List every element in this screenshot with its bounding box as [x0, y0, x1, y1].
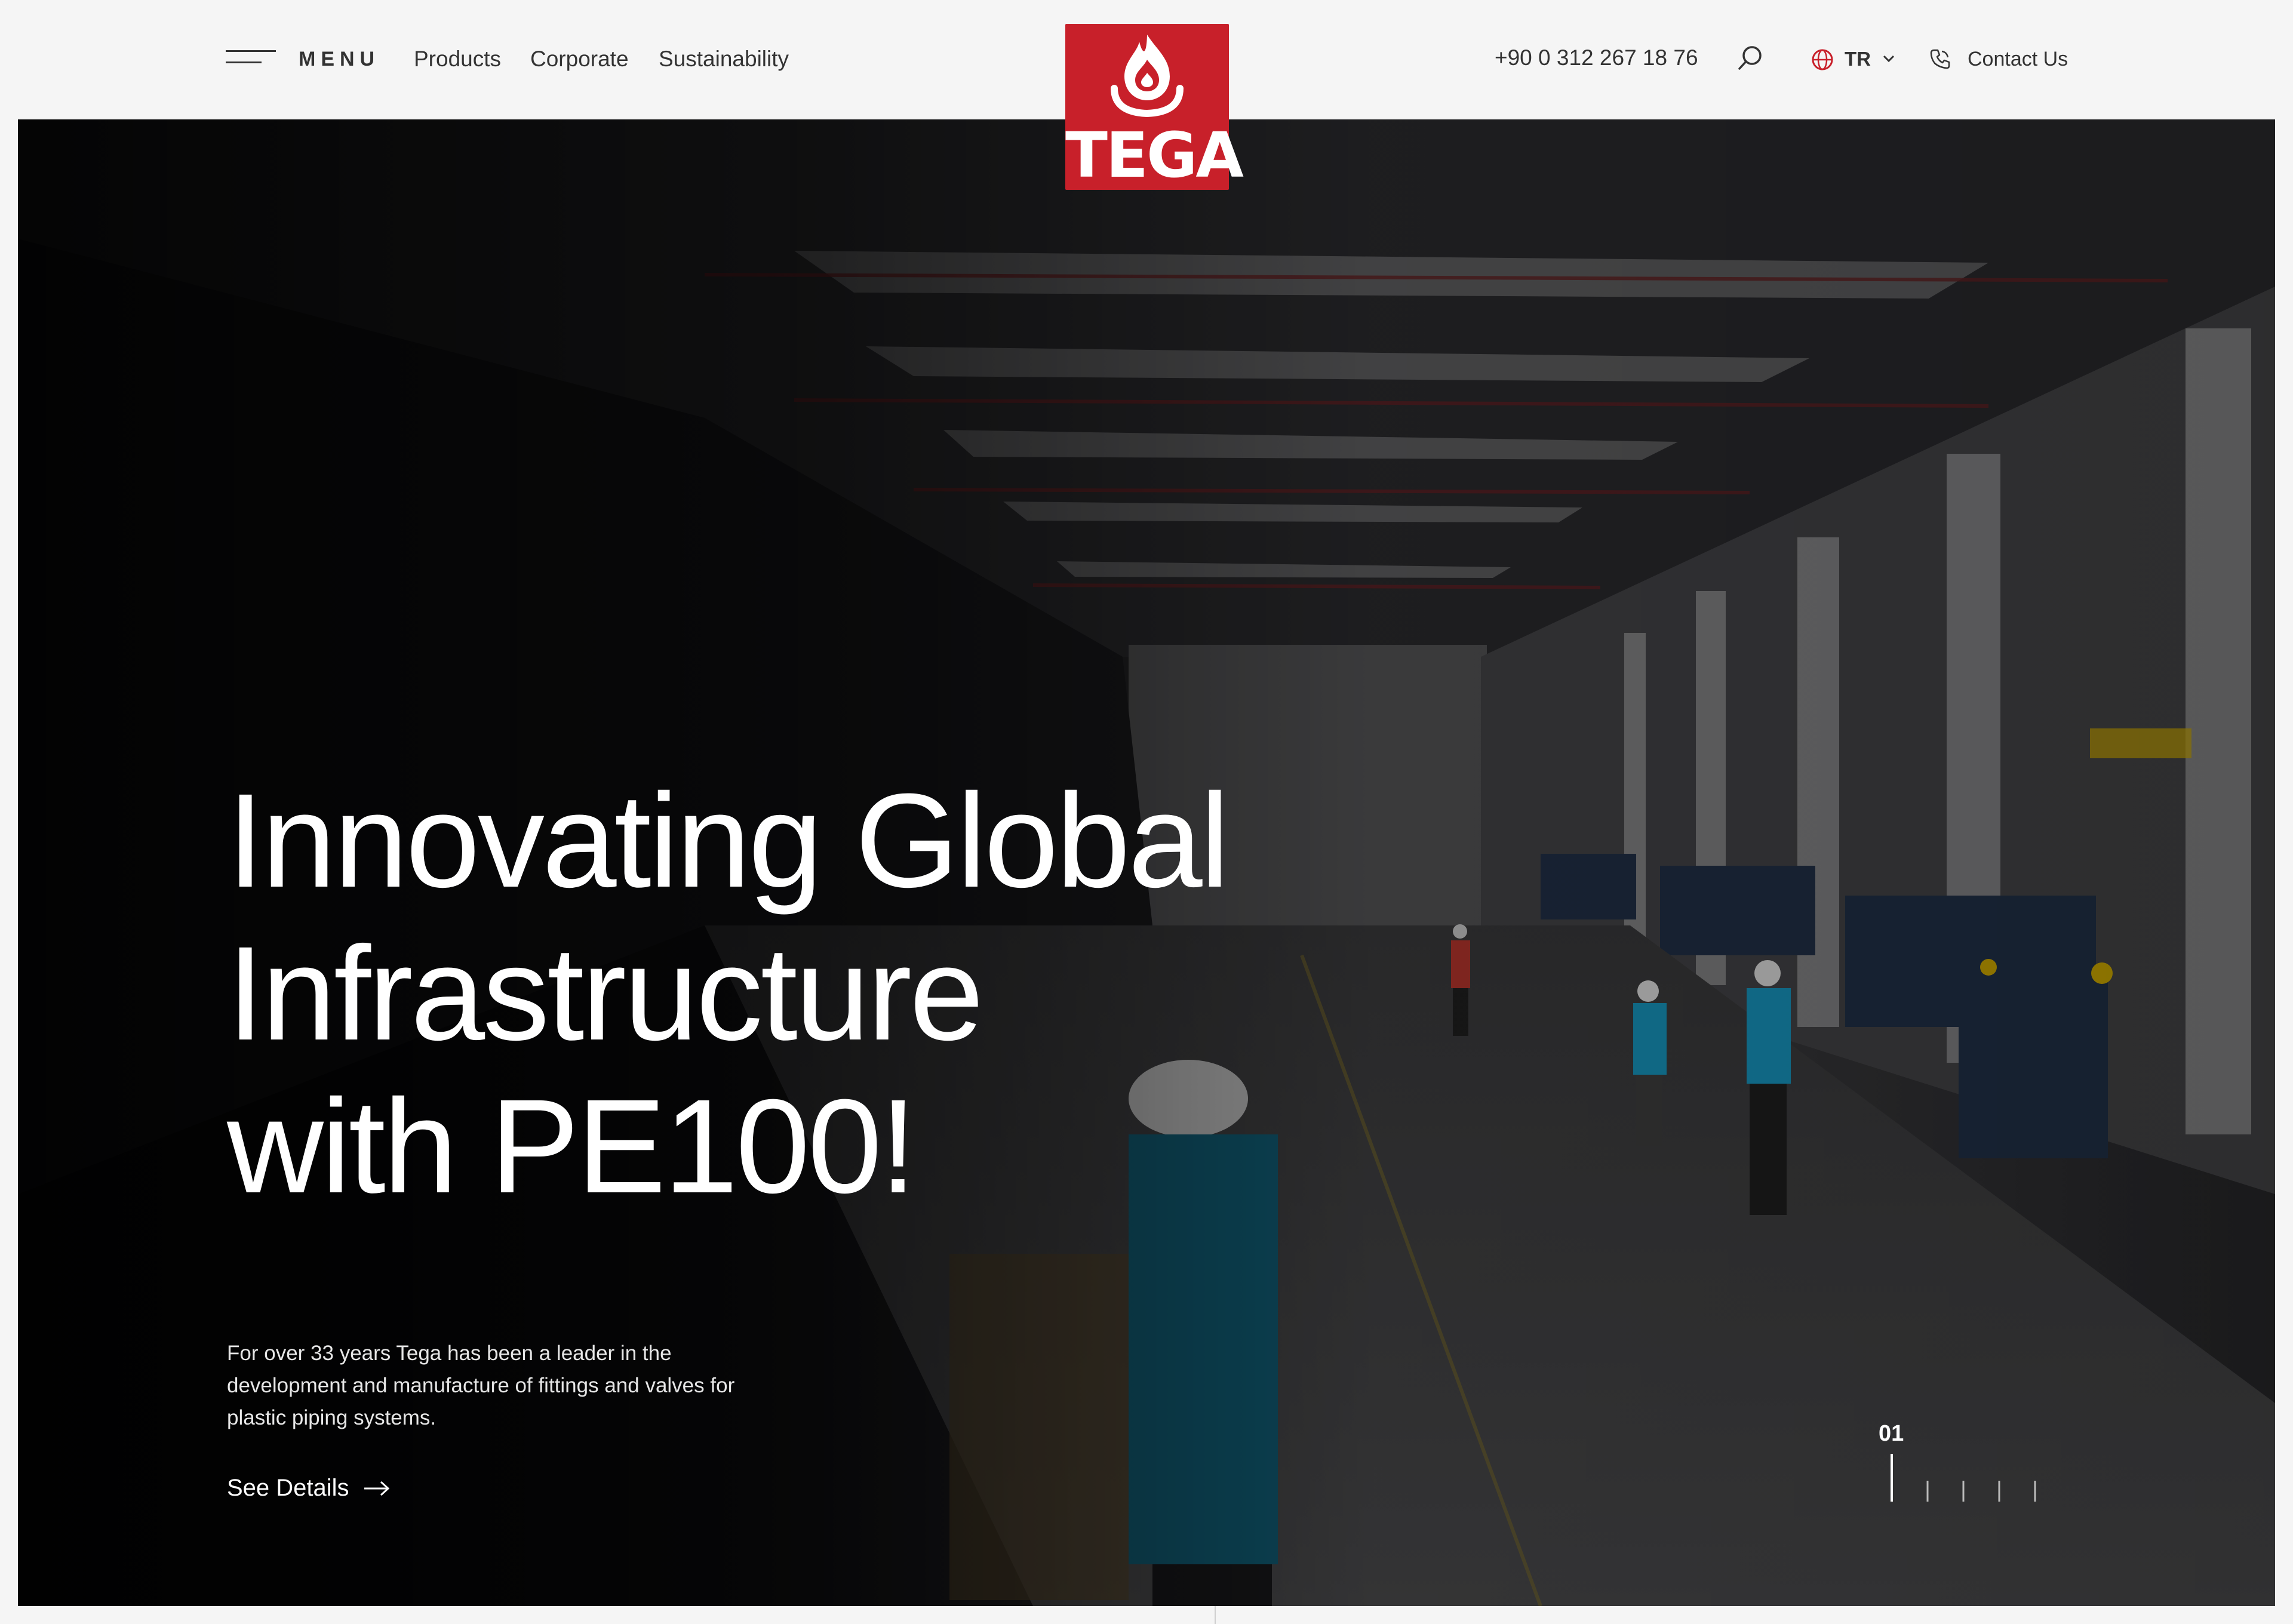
headline-line: Infrastructure — [227, 919, 984, 1068]
see-details-button[interactable]: See Details — [227, 1475, 349, 1502]
flame-icon — [1111, 35, 1184, 118]
tega-logo[interactable]: TEGA — [1065, 24, 1244, 192]
chevron-down-icon[interactable] — [1881, 53, 1897, 64]
nav-products[interactable]: Products — [414, 47, 501, 72]
phone-icon — [1930, 49, 1950, 69]
slide-progress-indicator[interactable] — [1891, 1454, 2070, 1502]
headline-line: Innovating Global — [227, 766, 1230, 915]
globe-icon[interactable] — [1811, 48, 1834, 72]
menu-icon[interactable] — [226, 50, 276, 63]
search-icon[interactable] — [1735, 43, 1765, 73]
logo-wordmark: TEGA — [1065, 119, 1244, 192]
slide-counter: 01 — [1879, 1421, 1904, 1446]
nav-sustainability[interactable]: Sustainability — [659, 47, 789, 72]
hero-headline: Innovating Global Infrastructure with PE… — [227, 764, 1541, 1223]
menu-button[interactable]: MENU — [299, 48, 380, 71]
nav-corporate[interactable]: Corporate — [530, 47, 629, 72]
hero-section: Innovating Global Infrastructure with PE… — [18, 119, 2275, 1606]
arrow-right-icon[interactable] — [363, 1480, 391, 1497]
hero-intro-text: For over 33 years Tega has been a leader… — [227, 1342, 735, 1429]
phone-number[interactable]: +90 0 312 267 18 76 — [1495, 45, 1698, 70]
contact-us-link[interactable]: Contact Us — [1968, 48, 2068, 71]
language-selector[interactable]: TR — [1845, 48, 1871, 70]
divider — [1215, 1606, 1216, 1624]
headline-line: with PE100! — [227, 1072, 917, 1221]
